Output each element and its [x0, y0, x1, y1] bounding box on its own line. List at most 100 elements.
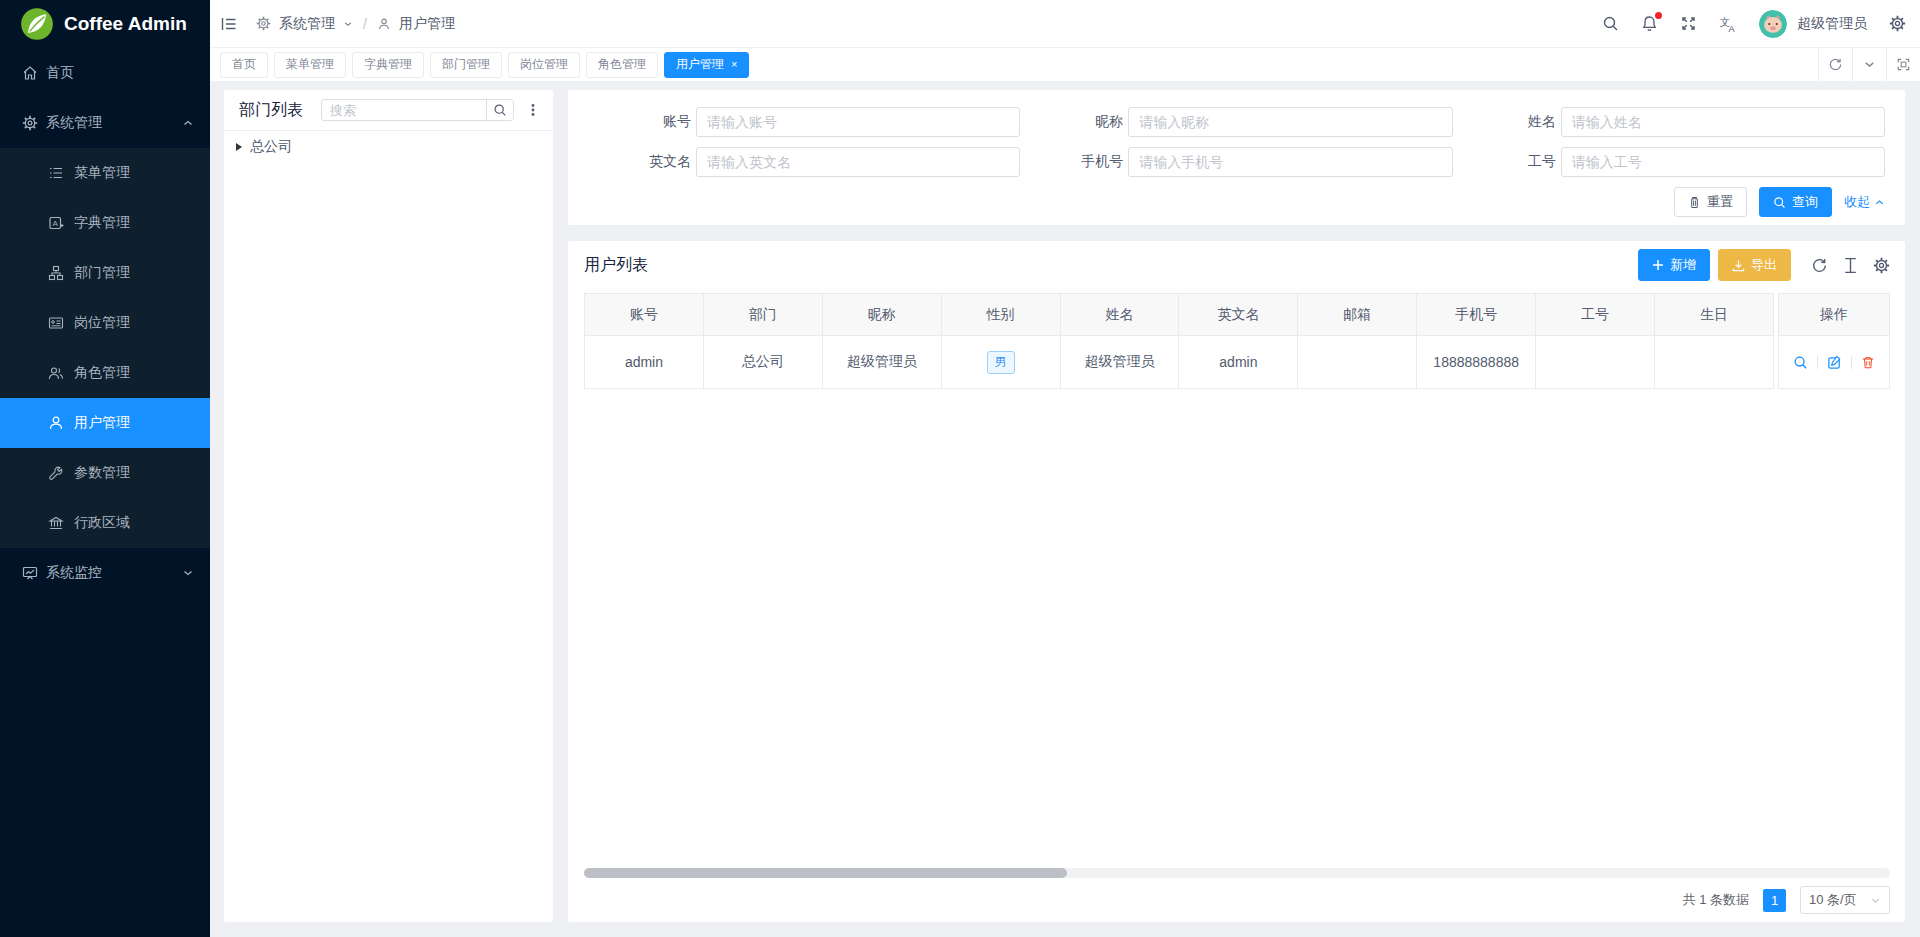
app-logo: Coffee Admin	[0, 0, 210, 48]
sidebar-item-dept-mgmt[interactable]: 部门管理	[0, 248, 210, 298]
name-input[interactable]	[1561, 107, 1885, 137]
cell-dept: 总公司	[703, 336, 822, 389]
roles-icon	[48, 365, 64, 381]
edit-icon[interactable]	[1827, 355, 1842, 370]
search-icon[interactable]	[1602, 15, 1619, 32]
view-icon[interactable]	[1793, 355, 1808, 370]
notification-bell[interactable]	[1641, 15, 1658, 32]
sidebar-item-menu-mgmt[interactable]: 菜单管理	[0, 148, 210, 198]
col-dept[interactable]: 部门	[703, 294, 822, 336]
tab-menu-mgmt[interactable]: 菜单管理	[274, 52, 346, 78]
chevron-down-icon	[343, 19, 353, 29]
department-tree: 总公司	[224, 131, 553, 163]
column-settings-gear-icon[interactable]	[1873, 257, 1890, 274]
user-list-panel: 用户列表 新增 导出	[568, 241, 1905, 922]
topbar: 系统管理 / 用户管理 文A 超级管理员	[210, 0, 1920, 48]
pagination-total: 共 1 条数据	[1683, 891, 1749, 909]
refresh-tab-icon[interactable]	[1818, 48, 1852, 81]
reset-button[interactable]: 重置	[1674, 187, 1747, 217]
tab-home[interactable]: 首页	[220, 52, 268, 78]
content-fullscreen-icon[interactable]	[1886, 48, 1920, 81]
phone-input[interactable]	[1128, 147, 1452, 177]
department-search-input[interactable]	[322, 103, 486, 118]
col-job-no[interactable]: 工号	[1536, 294, 1655, 336]
cell-job-no	[1536, 336, 1655, 389]
department-search-box	[321, 99, 514, 121]
breadcrumb-group[interactable]: 系统管理	[279, 15, 335, 33]
svg-text:A: A	[1729, 23, 1735, 33]
collapse-filter-link[interactable]: 收起	[1844, 193, 1885, 211]
nickname-input[interactable]	[1128, 107, 1452, 137]
department-panel-header: 部门列表	[224, 90, 553, 130]
tab-options-chevron-icon[interactable]	[1852, 48, 1886, 81]
person-icon	[377, 17, 391, 31]
table-header-row: 账号 部门 昵称 性别 姓名 英文名 邮箱 手机号	[585, 294, 1774, 336]
page-size-select[interactable]: 10 条/页	[1800, 886, 1890, 914]
tree-node-root[interactable]: 总公司	[236, 135, 541, 159]
col-phone[interactable]: 手机号	[1417, 294, 1536, 336]
col-nickname[interactable]: 昵称	[822, 294, 941, 336]
col-name[interactable]: 姓名	[1060, 294, 1179, 336]
collapse-sidebar-icon[interactable]	[220, 15, 238, 33]
col-email[interactable]: 邮箱	[1298, 294, 1417, 336]
gear-icon	[256, 16, 271, 31]
fullscreen-icon[interactable]	[1680, 15, 1697, 32]
dictionary-icon: A	[48, 215, 64, 231]
table-main: 账号 部门 昵称 性别 姓名 英文名 邮箱 手机号	[584, 293, 1774, 389]
tab-user-mgmt[interactable]: 用户管理×	[664, 52, 749, 78]
col-account[interactable]: 账号	[585, 294, 704, 336]
eraser-icon	[1688, 196, 1701, 209]
cell-phone: 18888888888	[1417, 336, 1536, 389]
filter-row: 英文名 手机号 工号	[588, 147, 1885, 177]
breadcrumb-page: 用户管理	[399, 15, 455, 33]
delete-icon[interactable]	[1861, 355, 1875, 370]
filter-actions: 重置 查询 收起	[588, 187, 1885, 217]
col-birthday[interactable]: 生日	[1655, 294, 1774, 336]
translate-icon[interactable]: 文A	[1719, 15, 1737, 33]
user-menu[interactable]: 超级管理员	[1759, 10, 1867, 38]
add-button[interactable]: 新增	[1638, 249, 1710, 281]
tree-expand-caret-icon[interactable]	[236, 143, 242, 151]
sidebar-item-post-mgmt[interactable]: 岗位管理	[0, 298, 210, 348]
sidebar-item-role-mgmt[interactable]: 角色管理	[0, 348, 210, 398]
tab-dept-mgmt[interactable]: 部门管理	[430, 52, 502, 78]
page-1-button[interactable]: 1	[1763, 889, 1786, 912]
en-name-input[interactable]	[696, 147, 1020, 177]
sidebar-item-param-mgmt[interactable]: 参数管理	[0, 448, 210, 498]
more-options-icon[interactable]	[526, 103, 540, 117]
user-table: 账号 部门 昵称 性别 姓名 英文名 邮箱 手机号	[584, 293, 1890, 389]
right-column: 账号 昵称 姓名 英文名	[568, 90, 1905, 922]
tab-bar: 首页 菜单管理 字典管理 部门管理 岗位管理 角色管理 用户管理×	[210, 48, 1920, 81]
tab-role-mgmt[interactable]: 角色管理	[586, 52, 658, 78]
settings-gear-icon[interactable]	[1889, 15, 1906, 32]
sidebar-item-user-mgmt[interactable]: 用户管理	[0, 398, 210, 448]
col-gender[interactable]: 性别	[941, 294, 1060, 336]
sidebar-item-dict-mgmt[interactable]: A 字典管理	[0, 198, 210, 248]
account-input[interactable]	[696, 107, 1020, 137]
avatar	[1759, 10, 1787, 38]
tree-node-label: 总公司	[250, 138, 292, 156]
row-height-icon[interactable]	[1843, 257, 1858, 274]
scrollbar-thumb[interactable]	[584, 868, 1067, 878]
field-label: 昵称	[1020, 113, 1123, 131]
job-no-input[interactable]	[1561, 147, 1885, 177]
col-en-name[interactable]: 英文名	[1179, 294, 1298, 336]
horizontal-scrollbar[interactable]	[584, 868, 1890, 878]
search-button[interactable]: 查询	[1759, 187, 1832, 217]
cell-gender: 男	[941, 336, 1060, 389]
sidebar-group-system[interactable]: 系统管理	[0, 98, 210, 148]
filter-field-job-no: 工号	[1453, 147, 1885, 177]
filter-field-name: 姓名	[1453, 107, 1885, 137]
tab-close-icon[interactable]: ×	[731, 59, 737, 70]
cell-email	[1298, 336, 1417, 389]
export-button[interactable]: 导出	[1718, 249, 1791, 281]
sidebar-item-label: 字典管理	[74, 214, 130, 232]
refresh-icon[interactable]	[1811, 257, 1828, 274]
sidebar-item-home[interactable]: 首页	[0, 48, 210, 98]
tab-post-mgmt[interactable]: 岗位管理	[508, 52, 580, 78]
sidebar-group-monitor[interactable]: 系统监控	[0, 548, 210, 598]
cell-account: admin	[585, 336, 704, 389]
sidebar-item-region-mgmt[interactable]: 行政区域	[0, 498, 210, 548]
tab-dict-mgmt[interactable]: 字典管理	[352, 52, 424, 78]
department-search-button[interactable]	[486, 100, 513, 120]
